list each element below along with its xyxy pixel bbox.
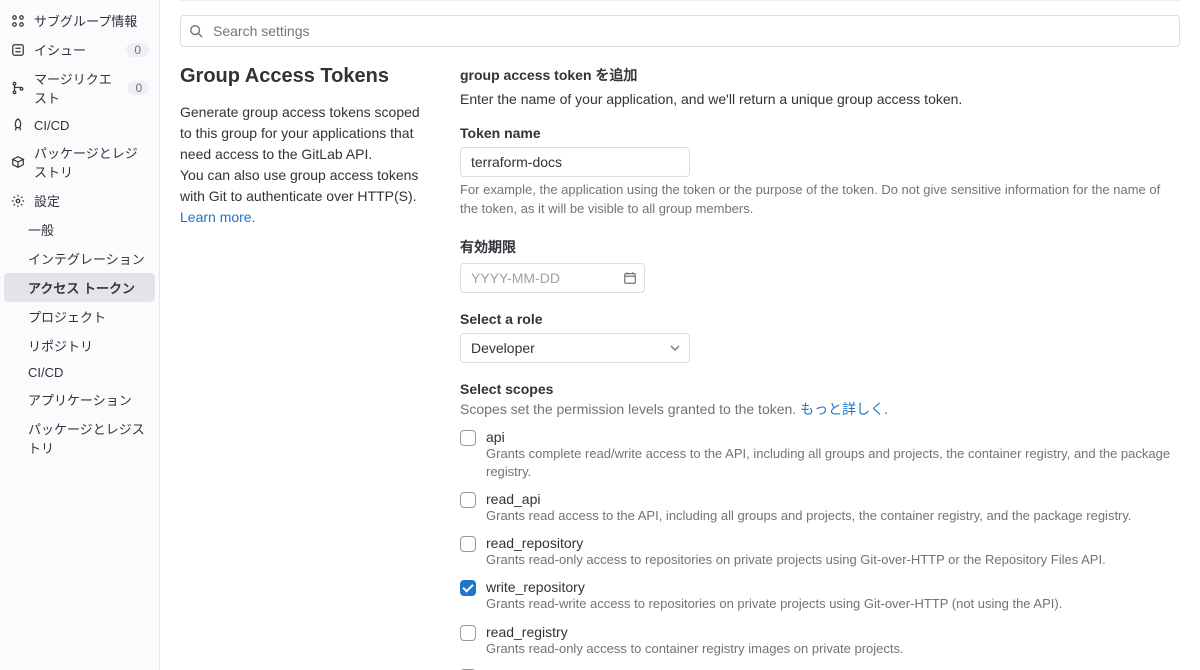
sidebar-sub-4[interactable]: リポジトリ [0, 331, 159, 360]
sidebar-item-3[interactable]: CI/CD [0, 112, 159, 138]
settings-icon [10, 193, 26, 209]
scope-checkbox-read_api[interactable] [460, 492, 476, 508]
sidebar-item-label: CI/CD [34, 118, 69, 133]
expiry-label: 有効期限 [460, 237, 1180, 257]
role-label: Select a role [460, 311, 1180, 327]
sidebar-sub-6[interactable]: アプリケーション [0, 385, 159, 414]
sidebar-item-2[interactable]: マージリクエスト 0 [0, 64, 159, 112]
issues-icon [10, 42, 26, 58]
role-select[interactable]: Developer [460, 333, 690, 363]
page-desc-1: Generate group access tokens scoped to t… [180, 102, 420, 165]
scope-item-api: apiGrants complete read/write access to … [460, 429, 1180, 481]
learn-more-link[interactable]: Learn more. [180, 209, 255, 225]
subgroup-icon [10, 13, 26, 29]
sidebar-item-label: マージリクエスト [34, 69, 119, 107]
scope-name: read_registry [486, 624, 904, 640]
form-subheader: Enter the name of your application, and … [460, 91, 1180, 107]
calendar-icon [623, 271, 637, 285]
sidebar-sub-3[interactable]: プロジェクト [0, 302, 159, 331]
sidebar-badge: 0 [127, 81, 149, 95]
scope-item-write_repository: write_repositoryGrants read-write access… [460, 579, 1180, 613]
search-icon [189, 24, 203, 38]
scope-checkbox-write_repository[interactable] [460, 580, 476, 596]
sidebar-item-0[interactable]: サブグループ情報 [0, 6, 159, 35]
expiry-input[interactable] [460, 263, 645, 293]
scopes-more-link[interactable]: もっと詳しく. [800, 401, 888, 417]
scope-desc: Grants read-write access to repositories… [486, 595, 1062, 613]
sidebar-item-label: イシュー [34, 40, 86, 59]
scope-name: write_repository [486, 579, 1062, 595]
sidebar-item-label: パッケージとレジストリ [34, 143, 149, 181]
scope-item-read_api: read_apiGrants read access to the API, i… [460, 491, 1180, 525]
scope-item-read_registry: read_registryGrants read-only access to … [460, 624, 1180, 658]
sidebar-sub-1[interactable]: インテグレーション [0, 244, 159, 273]
token-name-help: For example, the application using the t… [460, 181, 1180, 219]
form-header: group access token を追加 [460, 65, 1180, 85]
sidebar-sub-0[interactable]: 一般 [0, 215, 159, 244]
rocket-icon [10, 117, 26, 133]
section-summary: Group Access Tokens Generate group acces… [180, 65, 420, 670]
scopes-label: Select scopes [460, 381, 1180, 397]
scope-checkbox-read_registry[interactable] [460, 625, 476, 641]
page-title: Group Access Tokens [180, 65, 420, 88]
sidebar-item-1[interactable]: イシュー 0 [0, 35, 159, 64]
scope-name: api [486, 429, 1180, 445]
scope-desc: Grants read access to the API, including… [486, 507, 1132, 525]
token-name-input[interactable] [460, 147, 690, 177]
scope-checkbox-read_repository[interactable] [460, 536, 476, 552]
search-settings-wrap [180, 15, 1180, 47]
sidebar-badge: 0 [126, 43, 149, 57]
package-icon [10, 154, 26, 170]
token-name-label: Token name [460, 125, 1180, 141]
scope-desc: Grants read-only access to container reg… [486, 640, 904, 658]
scope-desc: Grants complete read/write access to the… [486, 445, 1180, 481]
page-desc-2: You can also use group access tokens wit… [180, 165, 420, 228]
sidebar-sub-2[interactable]: アクセス トークン [4, 273, 155, 302]
main-content: Group Access Tokens Generate group acces… [160, 0, 1200, 670]
sidebar-item-4[interactable]: パッケージとレジストリ [0, 138, 159, 186]
search-input[interactable] [180, 15, 1180, 47]
sidebar-item-label: 設定 [34, 191, 60, 210]
scope-checkbox-api[interactable] [460, 430, 476, 446]
sidebar-sub-5[interactable]: CI/CD [0, 360, 159, 385]
merge-icon [10, 80, 26, 96]
sidebar-item-5[interactable]: 設定 [0, 186, 159, 215]
sidebar-item-label: サブグループ情報 [34, 11, 137, 30]
scope-name: read_repository [486, 535, 1106, 551]
sidebar-sub-7[interactable]: パッケージとレジストリ [0, 414, 159, 462]
scope-desc: Grants read-only access to repositories … [486, 551, 1106, 569]
scopes-caption: Scopes set the permission levels granted… [460, 399, 1180, 419]
sidebar: サブグループ情報イシュー0マージリクエスト0CI/CDパッケージとレジストリ設定… [0, 0, 160, 670]
scope-name: read_api [486, 491, 1132, 507]
scope-item-read_repository: read_repositoryGrants read-only access t… [460, 535, 1180, 569]
